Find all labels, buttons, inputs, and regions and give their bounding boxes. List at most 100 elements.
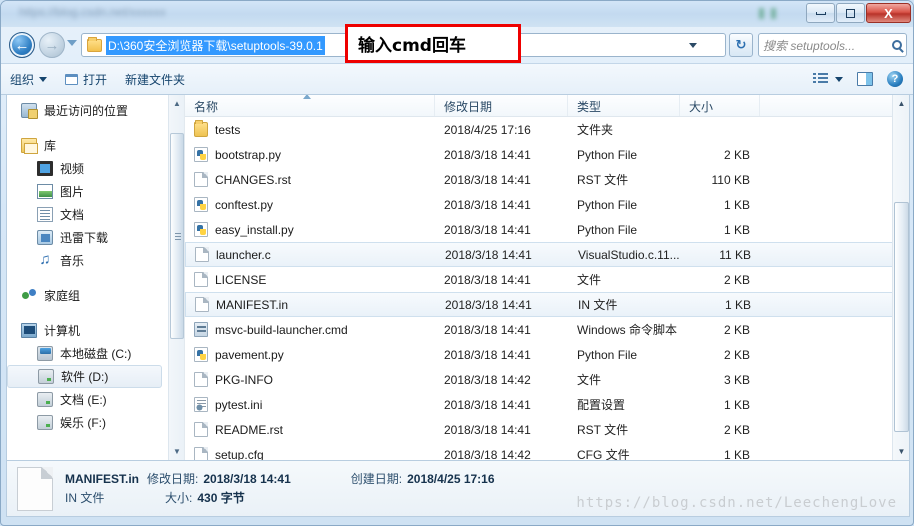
sidebar-item-homegroup[interactable]: 家庭组: [7, 284, 184, 307]
file-name: README.rst: [215, 422, 284, 437]
minimize-icon: [815, 11, 826, 15]
column-header-type[interactable]: 类型: [568, 95, 680, 116]
sidebar-item-label: 软件 (D:): [61, 370, 109, 384]
sidebar-item-label: 图片: [60, 185, 85, 199]
back-button[interactable]: ←: [9, 32, 35, 58]
new-folder-button[interactable]: 新建文件夹: [116, 67, 194, 92]
column-header-name[interactable]: 名称: [185, 95, 435, 116]
generic-file-icon: [194, 172, 208, 187]
file-type: RST 文件: [577, 423, 629, 437]
open-icon: [65, 73, 79, 85]
table-row[interactable]: CHANGES.rst 2018/3/18 14:41 RST 文件 110 K…: [185, 167, 909, 192]
sidebar-item-videos[interactable]: 视频: [7, 157, 184, 180]
title-bar-blurred-text: https://blog.csdn.net/xxxxxx: [19, 5, 166, 19]
sidebar-item-libraries[interactable]: 库: [7, 134, 184, 157]
file-date: 2018/3/18 14:41: [444, 397, 531, 412]
file-date: 2018/3/18 14:41: [445, 247, 532, 262]
file-date: 2018/3/18 14:41: [444, 172, 531, 187]
file-name: easy_install.py: [215, 222, 294, 237]
chevron-down-icon[interactable]: [689, 43, 697, 48]
column-header-date[interactable]: 修改日期: [435, 95, 568, 116]
sidebar-item-drive-f[interactable]: 娱乐 (F:): [7, 411, 184, 434]
file-size: 1 KB: [723, 397, 750, 412]
file-name-cell: README.rst: [185, 422, 435, 437]
file-type: 文件夹: [577, 123, 614, 137]
scroll-down-icon[interactable]: ▼: [893, 443, 909, 460]
pictures-icon: [37, 184, 53, 199]
help-icon[interactable]: ?: [887, 71, 903, 87]
table-row[interactable]: conftest.py 2018/3/18 14:41 Python File …: [185, 192, 909, 217]
minimize-button[interactable]: [806, 3, 835, 23]
drive-icon: [37, 415, 53, 430]
scroll-up-icon[interactable]: ▲: [893, 95, 909, 112]
table-row[interactable]: PKG-INFO 2018/3/18 14:42 文件 3 KB: [185, 367, 909, 392]
music-icon: ♫: [39, 251, 51, 268]
table-row[interactable]: pytest.ini 2018/3/18 14:41 配置设置 1 KB: [185, 392, 909, 417]
file-name-cell: tests: [185, 120, 435, 137]
forward-button[interactable]: →: [39, 32, 65, 58]
table-row[interactable]: bootstrap.py 2018/3/18 14:41 Python File…: [185, 142, 909, 167]
file-date: 2018/3/18 14:41: [444, 197, 531, 212]
organize-button[interactable]: 组织: [1, 67, 56, 92]
search-input[interactable]: 搜索 setuptools...: [758, 33, 907, 57]
sidebar-item-downloads[interactable]: 迅雷下载: [7, 226, 184, 249]
annotation-callout: 输入cmd回车: [345, 24, 521, 63]
sidebar-item-pictures[interactable]: 图片: [7, 180, 184, 203]
column-header-filler: [760, 95, 909, 116]
open-button[interactable]: 打开: [56, 67, 116, 92]
table-row[interactable]: setup.cfg 2018/3/18 14:42 CFG 文件 1 KB: [185, 442, 909, 460]
scroll-down-icon[interactable]: ▼: [169, 443, 184, 460]
maximize-button[interactable]: [836, 3, 865, 23]
sidebar-scrollbar[interactable]: ▲ ▼: [168, 95, 184, 460]
sidebar-scrollbar-thumb[interactable]: [170, 133, 184, 339]
sidebar-item-label: 音乐: [60, 254, 85, 268]
file-name-cell: bootstrap.py: [185, 147, 435, 162]
close-button[interactable]: X: [866, 3, 911, 23]
python-file-icon: [194, 347, 208, 362]
refresh-button[interactable]: ↻: [729, 33, 753, 57]
sidebar-item-computer[interactable]: 计算机: [7, 319, 184, 342]
sidebar-item-label: 库: [44, 139, 57, 153]
details-created-label: 创建日期:: [350, 471, 403, 486]
details-modified-label: 修改日期:: [147, 471, 199, 486]
sidebar-item-drive-d[interactable]: 软件 (D:): [7, 365, 162, 388]
python-file-icon: [194, 197, 208, 212]
table-row[interactable]: pavement.py 2018/3/18 14:41 Python File …: [185, 342, 909, 367]
change-view-button[interactable]: [813, 73, 843, 85]
table-row[interactable]: LICENSE 2018/3/18 14:41 文件 2 KB: [185, 267, 909, 292]
sidebar-item-documents[interactable]: 文档: [7, 203, 184, 226]
chevron-down-icon: [835, 76, 843, 82]
view-list-icon: [813, 73, 828, 85]
sidebar-item-music[interactable]: ♫ 音乐: [7, 249, 184, 272]
table-row[interactable]: msvc-build-launcher.cmd 2018/3/18 14:41 …: [185, 317, 909, 342]
details-size-value: 430 字节: [197, 490, 245, 505]
file-name-cell: MANIFEST.in: [186, 297, 436, 312]
history-dropdown-icon[interactable]: [67, 40, 77, 46]
file-list-scrollbar[interactable]: ▲ ▼: [892, 95, 909, 460]
table-row[interactable]: tests 2018/4/25 17:16 文件夹: [185, 117, 909, 142]
table-row[interactable]: easy_install.py 2018/3/18 14:41 Python F…: [185, 217, 909, 242]
ini-file-icon: [194, 397, 208, 412]
file-rows: tests 2018/4/25 17:16 文件夹 bootstrap.py 2…: [185, 117, 909, 460]
file-list-scrollbar-thumb[interactable]: [894, 202, 909, 432]
sidebar-item-recent-places[interactable]: 最近访问的位置: [7, 99, 184, 122]
file-size: 2 KB: [723, 322, 750, 337]
file-type: 文件: [577, 273, 602, 287]
file-date: 2018/3/18 14:42: [444, 372, 531, 387]
column-headers: 名称 修改日期 类型 大小: [185, 95, 909, 117]
maximize-icon: [846, 8, 855, 18]
file-name: conftest.py: [215, 197, 274, 212]
sidebar-item-local-disk-c[interactable]: 本地磁盘 (C:): [7, 342, 184, 365]
sidebar-item-drive-e[interactable]: 文档 (E:): [7, 388, 184, 411]
file-size: 2 KB: [723, 272, 750, 287]
table-row[interactable]: launcher.c 2018/3/18 14:41 VisualStudio.…: [185, 242, 909, 267]
preview-pane-icon[interactable]: [857, 72, 873, 86]
scroll-up-icon[interactable]: ▲: [169, 95, 184, 112]
generic-file-icon: [194, 422, 208, 437]
file-name: tests: [215, 122, 241, 137]
column-header-size[interactable]: 大小: [680, 95, 760, 116]
table-row[interactable]: MANIFEST.in 2018/3/18 14:41 IN 文件 1 KB: [185, 292, 909, 317]
table-row[interactable]: README.rst 2018/3/18 14:41 RST 文件 2 KB: [185, 417, 909, 442]
